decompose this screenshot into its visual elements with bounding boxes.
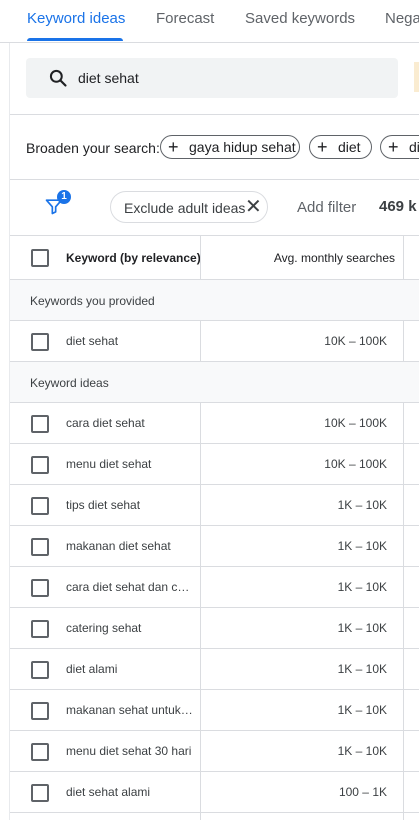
column-header-keyword[interactable]: Keyword (by relevance) (66, 251, 201, 265)
tab-forecast[interactable]: Forecast (156, 10, 214, 27)
keyword-cell: diet alami (66, 662, 118, 676)
divider (10, 179, 419, 180)
row-checkbox[interactable] (31, 661, 49, 679)
keyword-cell: cara diet sehat dan cepat (66, 580, 196, 594)
broaden-label: Broaden your search: (26, 140, 160, 156)
row-checkbox[interactable] (31, 702, 49, 720)
table-row[interactable]: makanan sehat untuk diet 1K – 10K (10, 690, 419, 731)
plus-icon: + (168, 137, 179, 157)
filter-count-badge: 1 (57, 190, 71, 204)
keyword-cell: tips diet sehat (66, 498, 141, 512)
keyword-cell: makanan diet sehat (66, 539, 171, 553)
result-count: 469 k (379, 198, 417, 215)
row-checkbox[interactable] (31, 620, 49, 638)
column-divider (200, 403, 201, 820)
row-checkbox[interactable] (31, 784, 49, 802)
section-title: Keyword ideas (30, 376, 109, 390)
volume-cell: 1K – 10K (337, 744, 387, 758)
table-row[interactable]: tips diet sehat 1K – 10K (10, 485, 419, 526)
tab-keyword-ideas[interactable]: Keyword ideas (27, 10, 125, 27)
tab-bar: Keyword ideas Forecast Saved keywords Ne… (0, 0, 419, 43)
plus-icon: + (388, 137, 399, 157)
broaden-chip-gaya-hidup-sehat[interactable]: + gaya hidup sehat (160, 135, 300, 159)
table-row[interactable]: diet sehat 10K – 100K (10, 321, 419, 362)
keyword-cell: diet sehat alami (66, 785, 151, 799)
row-checkbox[interactable] (31, 579, 49, 597)
column-header-avg-monthly-searches[interactable]: Avg. monthly searches (274, 251, 395, 265)
keyword-cell: diet sehat (66, 334, 119, 348)
column-divider (403, 321, 404, 362)
row-checkbox[interactable] (31, 497, 49, 515)
exclude-adult-ideas-chip[interactable]: Exclude adult ideas ✕ (110, 191, 268, 223)
volume-cell: 10K – 100K (324, 457, 387, 471)
keyword-cell: catering sehat (66, 621, 142, 635)
section-header-provided: Keywords you provided (10, 280, 419, 321)
row-checkbox[interactable] (31, 333, 49, 351)
volume-cell: 100 – 1K (338, 785, 387, 799)
table-row[interactable]: menu diet sehat 10K – 100K (10, 444, 419, 485)
chip-label: di (409, 139, 419, 155)
volume-cell: 10K – 100K (324, 416, 387, 430)
volume-cell: 1K – 10K (337, 580, 387, 594)
table-row[interactable]: cara diet sehat 10K – 100K (10, 403, 419, 444)
volume-cell: 1K – 10K (337, 703, 387, 717)
keyword-cell: cara diet sehat (66, 416, 145, 430)
column-divider[interactable] (403, 235, 404, 280)
row-checkbox[interactable] (31, 456, 49, 474)
table-row[interactable]: makanan diet sehat 1K – 10K (10, 526, 419, 567)
volume-cell: 10K – 100K (324, 334, 387, 348)
table-row[interactable]: diet sehat alami 100 – 1K (10, 772, 419, 813)
table-row[interactable]: cara diet sehat dan cepat 1K – 10K (10, 567, 419, 608)
search-side-accent (414, 62, 419, 92)
row-checkbox[interactable] (31, 415, 49, 433)
table-row[interactable]: catering sehat 1K – 10K (10, 608, 419, 649)
select-all-checkbox[interactable] (31, 249, 49, 267)
chip-label: diet (338, 139, 361, 155)
row-checkbox[interactable] (31, 538, 49, 556)
close-icon[interactable]: ✕ (245, 197, 262, 217)
keyword-cell: menu diet sehat 30 hari (66, 744, 192, 758)
table-row[interactable]: menu diet sehat 30 hari 1K – 10K (10, 731, 419, 772)
tab-saved-keywords[interactable]: Saved keywords (245, 10, 355, 27)
keyword-cell: makanan sehat untuk diet (66, 703, 196, 717)
section-title: Keywords you provided (30, 294, 155, 308)
column-divider (403, 403, 404, 820)
divider (10, 114, 419, 115)
keyword-cell: menu diet sehat (66, 457, 152, 471)
row-checkbox[interactable] (31, 743, 49, 761)
broaden-chip-diet[interactable]: + diet (309, 135, 372, 159)
chip-label: gaya hidup sehat (189, 139, 296, 155)
add-filter-button[interactable]: Add filter (297, 199, 356, 216)
broaden-chip-more[interactable]: + di (380, 135, 419, 159)
keyword-search-box[interactable] (26, 58, 398, 98)
volume-cell: 1K – 10K (337, 498, 387, 512)
table-row[interactable]: diet alami 1K – 10K (10, 649, 419, 690)
plus-icon: + (317, 137, 328, 157)
active-tab-indicator (27, 38, 123, 41)
section-header-ideas: Keyword ideas (10, 362, 419, 403)
chip-label: Exclude adult ideas (124, 200, 246, 216)
volume-cell: 1K – 10K (337, 662, 387, 676)
tab-negative-keywords[interactable]: Nega (385, 10, 419, 27)
table-header: Keyword (by relevance) Avg. monthly sear… (10, 235, 419, 280)
search-input[interactable] (78, 66, 378, 90)
search-icon (49, 69, 67, 87)
column-divider (200, 321, 201, 362)
column-divider[interactable] (200, 235, 201, 280)
volume-cell: 1K – 10K (337, 539, 387, 553)
volume-cell: 1K – 10K (337, 621, 387, 635)
